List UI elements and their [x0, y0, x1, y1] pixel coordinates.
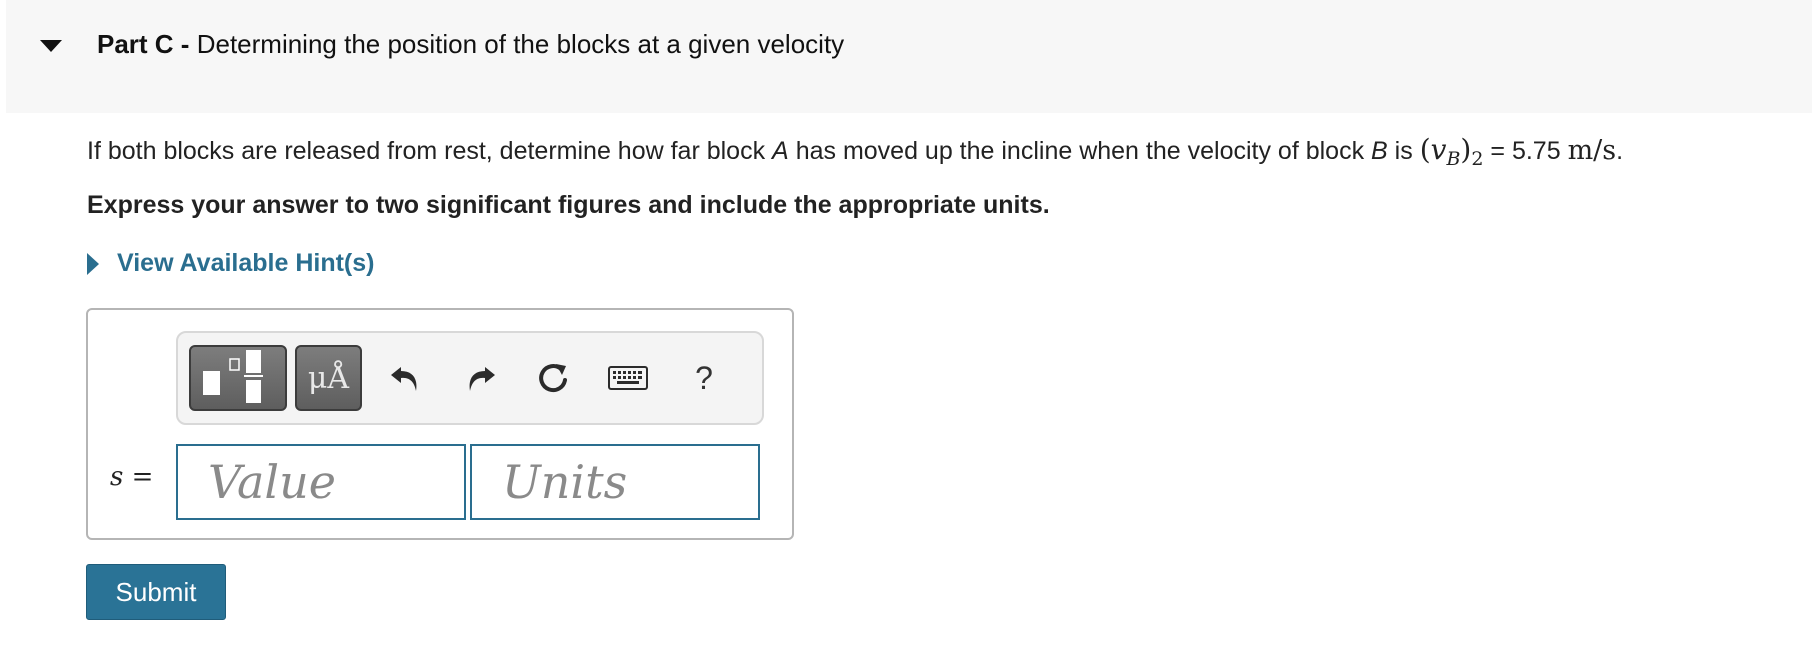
question-text-middle: has moved up the incline when the veloci… — [795, 137, 1365, 165]
question-text-is: is — [1394, 137, 1413, 165]
math-subscript-2: 2 — [1471, 148, 1484, 170]
units-button[interactable]: μÅ — [295, 345, 362, 411]
templates-icon — [203, 350, 263, 403]
part-title: Part C - Determining the position of the… — [97, 29, 844, 60]
reset-button[interactable] — [530, 355, 576, 401]
question-period: . — [1616, 137, 1624, 165]
answer-equals: = — [131, 462, 154, 492]
templates-button[interactable] — [189, 345, 287, 411]
undo-icon — [391, 367, 417, 391]
undo-button[interactable] — [383, 355, 429, 401]
block-a-label: A — [772, 137, 789, 165]
question-text: If both blocks are released from rest, d… — [87, 133, 1623, 170]
part-header: Part C - Determining the position of the… — [6, 0, 1812, 113]
value-input[interactable] — [176, 444, 466, 520]
redo-button[interactable] — [457, 355, 503, 401]
answer-variable: s — [110, 462, 124, 492]
part-label: Part C - — [97, 29, 190, 59]
math-toolbar: μÅ ? — [176, 331, 764, 425]
answer-variable-label: s = — [110, 462, 153, 492]
math-variable: v — [1430, 133, 1447, 166]
block-b-label: B — [1371, 137, 1388, 165]
submit-button[interactable]: Submit — [86, 564, 226, 620]
math-open-paren: ( — [1419, 133, 1431, 166]
units-input[interactable] — [470, 444, 760, 520]
velocity-expression: (vB)2 — [1419, 133, 1484, 170]
velocity-value: = 5.75 — [1490, 137, 1561, 165]
help-button[interactable]: ? — [681, 355, 727, 401]
keyboard-button[interactable] — [605, 355, 651, 401]
instructions: Express your answer to two significant f… — [87, 191, 1050, 219]
velocity-unit: m/s — [1567, 135, 1617, 166]
math-subscript-b: B — [1446, 148, 1461, 170]
question-text-before: If both blocks are released from rest, d… — [87, 137, 766, 165]
answer-box: μÅ ? s = Value Units — [86, 308, 794, 540]
math-close-paren: ) — [1460, 133, 1472, 166]
view-hints-link[interactable]: View Available Hint(s) — [87, 249, 374, 278]
keyboard-icon — [608, 366, 648, 390]
reset-icon — [539, 364, 567, 393]
help-icon: ? — [695, 359, 713, 396]
collapse-caret-icon[interactable] — [40, 40, 62, 52]
view-hints-label[interactable]: View Available Hint(s) — [117, 249, 374, 278]
part-title-text: Determining the position of the blocks a… — [196, 29, 845, 59]
hint-caret-icon — [87, 252, 99, 275]
units-icon: μÅ — [307, 361, 350, 396]
redo-icon — [469, 367, 495, 391]
